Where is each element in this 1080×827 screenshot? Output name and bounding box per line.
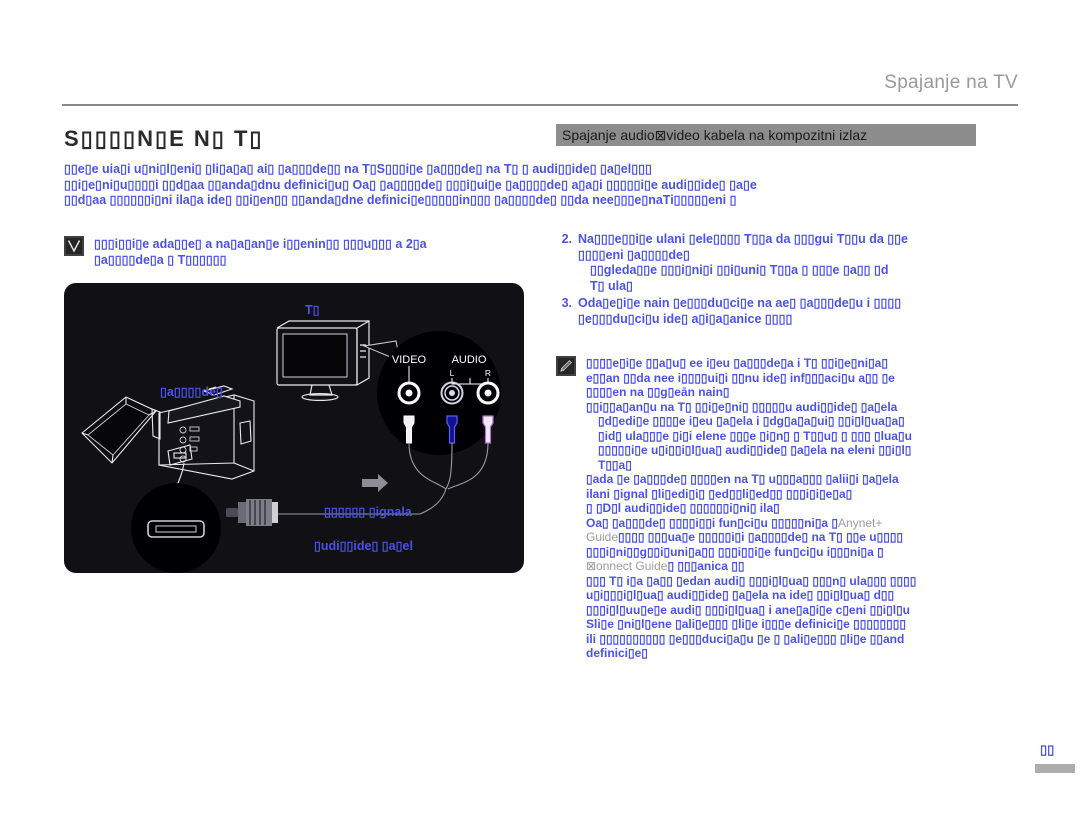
video-label: VIDEO xyxy=(392,354,427,366)
page-number-bar xyxy=(1035,764,1075,773)
step-line: Oda▯e▯i▯e nain ▯e▯▯▯du▯ci▯e na ae▯ ▯a▯▯▯… xyxy=(578,296,902,310)
note-line: ▯▯▯▯e▯i▯e ▯▯a▯u▯ ee i▯eu ▯a▯▯▯de▯a i T▯ … xyxy=(586,356,888,370)
connect-guide-token: ⊠onnect Guide xyxy=(586,559,668,573)
step-number: 2. xyxy=(561,232,572,246)
jack-closeup-bubble xyxy=(377,331,501,455)
subsection-banner: Spajanje audio⊠video kabela na kompozitn… xyxy=(556,124,976,146)
note-line: ▯▯▯▯ ▯▯▯ua▯e ▯▯▯▯▯i▯i ▯a▯▯▯▯de▯ na T▯ ▯▯… xyxy=(618,530,904,544)
note-line: ▯▯▯i▯l▯uu▯e▯e audi▯ ▯▯▯i▯l▯ua▯ i ane▯a▯i… xyxy=(586,602,910,617)
signal-flow-arrow xyxy=(362,474,388,492)
guide-token: Guide xyxy=(586,530,619,544)
camcorder-illustration xyxy=(81,385,255,480)
connection-diagram: VIDEO AUDIO L R T▯ ▯a▯▯▯▯de▯ ▯▯▯▯▯▯ ▯ign… xyxy=(64,283,524,573)
note-line: Oa▯ ▯a▯▯▯de▯ ▯▯▯▯i▯▯i fun▯ci▯u ▯▯▯▯▯ni▯a… xyxy=(586,515,839,530)
figure-label-av-cable: ▯udi▯▯ide▯ ▯a▯el xyxy=(314,539,413,553)
note-line-anynet: Oa▯ ▯a▯▯▯de▯ ▯▯▯▯i▯▯i fun▯ci▯u ▯▯▯▯▯ni▯a… xyxy=(586,516,1078,531)
note-line: ▯▯▯ T▯ i▯a ▯a▯▯ ▯edan audi▯ ▯▯▯i▯l▯ua▯ ▯… xyxy=(586,573,917,588)
step-line: Na▯▯▯e▯▯i▯e ulani ▯ele▯▯▯▯ T▯▯a da ▯▯▯gu… xyxy=(578,232,908,246)
note-line: ili ▯▯▯▯▯▯▯▯▯▯ ▯e▯▯▯duci▯a▯u ▯e ▯ ▯ali▯e… xyxy=(586,631,905,646)
note-line: ▯ ▯D▯l audi▯▯ide▯ ▯▯▯▯▯▯i▯ni▯ ila▯ xyxy=(586,501,780,515)
left-channel-label: L xyxy=(450,368,455,378)
steps-list: 2. Na▯▯▯e▯▯i▯e ulani ▯ele▯▯▯▯ T▯▯a da ▯▯… xyxy=(556,160,1080,327)
step-line: ▯▯▯▯eni ▯a▯▯▯▯de▯ xyxy=(578,247,690,262)
right-channel-label: R xyxy=(485,368,491,378)
figure-label-camcorder: ▯a▯▯▯▯de▯ xyxy=(160,385,223,399)
av-cable-plug xyxy=(226,499,278,526)
note-line: ▯ ▯▯▯anica ▯▯ xyxy=(667,559,745,573)
step-item: 3. Oda▯e▯i▯e nain ▯e▯▯▯du▯ci▯e na ae▯ ▯a… xyxy=(556,296,1080,312)
anynet-token: Anynet+ xyxy=(838,515,883,530)
caution-line: ▯a▯▯▯▯de▯a ▯ T▯▯▯▯▯▯ xyxy=(94,252,227,267)
note-line: ▯▯▯▯en na ▯▯g▯eān nain▯ xyxy=(586,385,730,399)
note-line: ▯▯▯▯▯i▯e u▯i▯▯i▯l▯ua▯ audi▯▯ide▯ ▯a▯ela … xyxy=(598,443,912,457)
page-header-title: Spajanje na TV xyxy=(884,72,1018,93)
caution-line: ▯▯▯i▯▯i▯e ada▯▯e▯ a na▯a▯an▯e i▯▯enin▯▯ … xyxy=(94,237,427,251)
note-line: Sli▯e ▯ni▯l▯ene ▯ali▯e▯▯▯ ▯li▯e i▯▯▯e de… xyxy=(586,617,906,631)
page-number: ▯▯ xyxy=(1040,742,1055,757)
caution-block: ▯▯▯i▯▯i▯e ada▯▯e▯ a na▯a▯an▯e i▯▯enin▯▯ … xyxy=(64,236,584,268)
note-line: T▯▯a▯ xyxy=(598,457,632,472)
header-divider xyxy=(62,104,1018,106)
tv-illustration xyxy=(276,319,370,401)
manual-page: Spajanje na TV S▯▯▯▯N▯E N▯ T▯ Spajanje a… xyxy=(0,0,1080,827)
caution-icon xyxy=(64,236,84,256)
note-line: ▯ada ▯e ▯a▯▯▯de▯ ▯▯▯▯en na T▯ u▯▯▯a▯▯▯ ▯… xyxy=(586,472,899,486)
step-item: 2. Na▯▯▯e▯▯i▯e ulani ▯ele▯▯▯▯ T▯▯a da ▯▯… xyxy=(556,232,1080,248)
note-line: u▯i▯▯▯i▯l▯ua▯ audi▯▯ide▯ ▯a▯ela na ide▯ … xyxy=(586,588,895,602)
step-subline: T▯ ula▯ xyxy=(590,278,633,293)
note-line: definici▯e▯ xyxy=(586,646,648,660)
figure-label-tv: T▯ xyxy=(305,303,320,317)
caution-text: ▯▯▯i▯▯i▯e ada▯▯e▯ a na▯a▯an▯e i▯▯enin▯▯ … xyxy=(94,236,427,268)
note-line: e▯▯an ▯▯da nee i▯▯▯▯ui▯i ▯▯nu ide▯ inf▯▯… xyxy=(586,370,895,385)
note-line: ▯d▯edi▯e ▯▯▯▯e i▯eu ▯a▯ela i ▯dg▯a▯a▯ui▯… xyxy=(598,414,905,428)
step-line: ▯e▯▯▯du▯ci▯u ide▯ a▯i▯a▯anice ▯▯▯▯ xyxy=(578,311,793,326)
note-block: ▯▯▯▯e▯i▯e ▯▯a▯u▯ ee i▯eu ▯a▯▯▯de▯a i T▯ … xyxy=(556,356,1080,661)
note-text: ▯▯▯▯e▯i▯e ▯▯a▯u▯ ee i▯eu ▯a▯▯▯de▯a i T▯ … xyxy=(586,356,1078,661)
note-line: ▯▯▯i▯ni▯▯g▯▯i▯uni▯a▯▯ ▯▯▯i▯▯i▯e fun▯ci▯u… xyxy=(586,544,884,559)
note-line: ▯id▯ ula▯▯▯e ▯i▯i elene ▯▯▯e ▯i▯n▯ ▯ T▯▯… xyxy=(598,428,912,443)
port-closeup-bubble xyxy=(131,483,221,573)
note-line: ilani ▯ignal ▯li▯edi▯i▯ ▯ed▯▯li▯ed▯▯ ▯▯▯… xyxy=(586,486,853,501)
page-title: S▯▯▯▯N▯E N▯ T▯ xyxy=(64,126,264,151)
audio-label: AUDIO xyxy=(452,354,487,366)
note-line-guide: Guide▯▯▯▯ ▯▯▯ua▯e ▯▯▯▯▯i▯i ▯a▯▯▯▯de▯ na … xyxy=(586,530,1078,545)
step-subline: ▯▯gleda▯▯e ▯▯▯i▯ni▯i ▯▯i▯uni▯ T▯▯a ▯ ▯▯▯… xyxy=(590,263,889,277)
figure-label-signal-flow: ▯▯▯▯▯▯ ▯ignala xyxy=(324,505,412,519)
note-line-connect-guide: ⊠onnect Guide▯ ▯▯▯anica ▯▯ xyxy=(586,559,1078,574)
note-icon xyxy=(556,356,576,376)
note-line: ▯▯i▯▯a▯an▯u na T▯ ▯▯i▯e▯ni▯ ▯▯▯▯▯u audi▯… xyxy=(586,399,898,414)
step-number: 3. xyxy=(561,296,572,310)
